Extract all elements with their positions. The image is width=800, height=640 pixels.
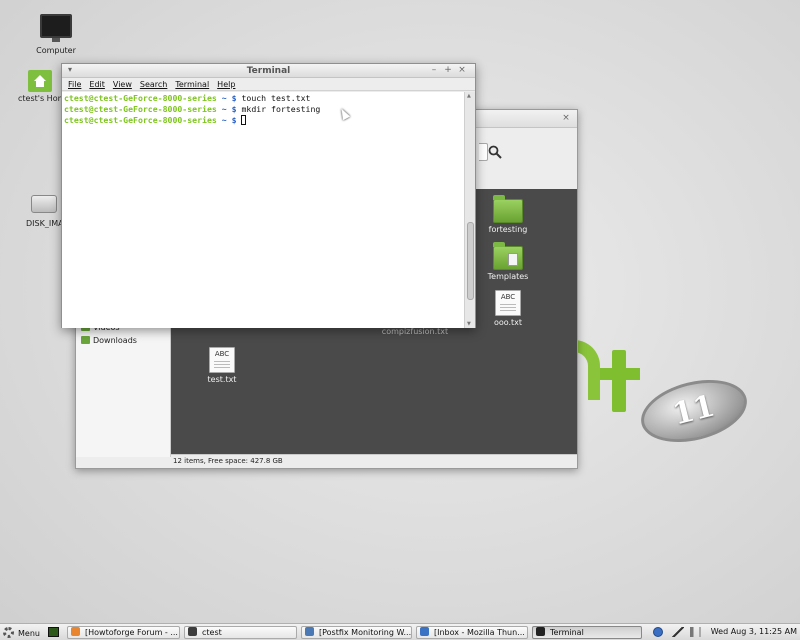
mint-logo-t-bar [600,368,640,380]
volume-icon[interactable] [690,627,701,637]
menu-file[interactable]: File [68,78,81,91]
start-menu-label: Menu [18,629,40,638]
home-icon [188,627,197,636]
file-item-label: fortesting [488,225,528,234]
sidebar-item-label: Downloads [93,336,137,345]
menu-gear-icon [3,627,14,638]
terminal-titlebar[interactable]: ▾ Terminal – + × [62,64,475,78]
terminal-prompt-sep: ~ $ [216,93,237,103]
desktop-icon-computer[interactable]: Computer [24,14,88,55]
folder-templates-icon [493,242,523,270]
scrollbar-thumb[interactable] [467,222,474,300]
file-badge: ABC [214,350,230,358]
terminal-icon [536,627,545,636]
file-item-fortesting[interactable]: fortesting [478,195,538,234]
sidebar-item-downloads[interactable]: Downloads [81,335,137,347]
search-icon[interactable] [487,144,503,160]
taskbar-item-label: [Inbox - Mozilla Thun... [434,628,525,637]
terminal-scrollbar[interactable]: ▲ ▼ [464,92,475,328]
file-item-label: test.txt [207,375,237,384]
clock[interactable]: Wed Aug 3, 11:25 AM [711,627,797,636]
terminal-line: ctest@ctest-GeForce-8000-series ~ $ touc… [64,93,465,104]
template-doc-icon [508,253,518,266]
file-badge: ABC [500,293,516,301]
maximize-icon[interactable]: + [441,65,455,75]
home-folder-icon [28,70,52,92]
close-icon[interactable]: × [561,113,571,123]
terminal-prompt: ctest@ctest-GeForce-8000-series [64,115,217,125]
start-menu-button[interactable]: Menu [3,627,40,638]
window-title: Terminal [246,66,291,76]
file-item-templates[interactable]: Templates [478,242,538,281]
folder-icon [493,195,523,223]
terminal-prompt: ctest@ctest-GeForce-8000-series [64,104,217,114]
taskbar-item-thunderbird[interactable]: [Inbox - Mozilla Thun... [416,626,528,639]
terminal-output[interactable]: ctest@ctest-GeForce-8000-series ~ $ touc… [62,92,465,328]
status-bar: 12 items, Free space: 427.8 GB [171,454,577,468]
mint-logo-badge: 11 [669,388,719,433]
downloads-folder-icon [81,336,90,344]
menu-search[interactable]: Search [140,78,167,91]
network-icon[interactable] [672,627,684,637]
desktop-icon-home[interactable]: ctest's Home [18,70,62,103]
desktop-icon-disk[interactable]: DISK_IMAGE [26,195,61,228]
terminal-window[interactable]: ▾ Terminal – + × File Edit View Search Termina… [61,63,476,328]
minimize-icon[interactable]: – [427,65,441,75]
thunderbird-icon [420,627,429,636]
taskbar-item-postfix[interactable]: [Postfix Monitoring W... [301,626,412,639]
terminal-launcher-icon[interactable] [48,627,59,637]
firefox-icon [71,627,80,636]
terminal-prompt: ctest@ctest-GeForce-8000-series [64,93,217,103]
taskbar-item-label: ctest [202,628,222,637]
scroll-up-icon[interactable]: ▲ [467,93,471,99]
menu-edit[interactable]: Edit [89,78,105,91]
file-item-test-txt[interactable]: ABC test.txt [192,347,252,384]
taskbar-item-howtoforge[interactable]: [Howtoforge Forum - ... [67,626,180,639]
file-item-label: compizfusion.txt [381,327,449,336]
terminal-prompt-sep: ~ $ [216,104,237,114]
taskbar-item-label: [Postfix Monitoring W... [319,628,412,637]
taskbar-item-label: Terminal [550,628,584,637]
menu-view[interactable]: View [113,78,132,91]
taskbar-item-terminal[interactable]: Terminal [532,626,642,639]
window-controls: – + × [427,65,469,75]
close-icon[interactable]: × [455,65,469,75]
file-item-ooo-txt[interactable]: ABC ooo.txt [478,290,538,327]
taskbar: Menu [Howtoforge Forum - ... ctest [Post… [0,623,800,640]
terminal-line: ctest@ctest-GeForce-8000-series ~ $ [64,115,465,126]
terminal-command: touch test.txt [241,93,311,103]
browser-page-icon [305,627,314,636]
file-item-label: ooo.txt [493,318,523,327]
mint-logo-disc: 11 [634,369,754,453]
terminal-menubar: File Edit View Search Terminal Help [62,78,475,91]
text-file-icon: ABC [209,347,235,373]
desktop-icon-label: DISK_IMAGE [26,219,61,228]
desktop-icon-label: Computer [36,46,76,55]
computer-icon [40,14,72,42]
text-file-icon: ABC [495,290,521,316]
text-cursor [241,115,247,125]
disk-icon [30,195,57,213]
desktop-icon-label: ctest's Home [18,94,62,103]
scroll-down-icon[interactable]: ▼ [467,321,471,327]
menu-help[interactable]: Help [217,78,235,91]
terminal-command: mkdir fortesting [241,104,321,114]
menu-terminal[interactable]: Terminal [175,78,209,91]
mint-logo-t [612,350,626,412]
update-manager-icon[interactable] [653,627,663,637]
terminal-prompt-sep: ~ $ [216,115,237,125]
file-item-label: Templates [487,272,529,281]
terminal-line: ctest@ctest-GeForce-8000-series ~ $ mkdi… [64,104,465,115]
taskbar-item-label: [Howtoforge Forum - ... [85,628,178,637]
taskbar-item-ctest[interactable]: ctest [184,626,297,639]
